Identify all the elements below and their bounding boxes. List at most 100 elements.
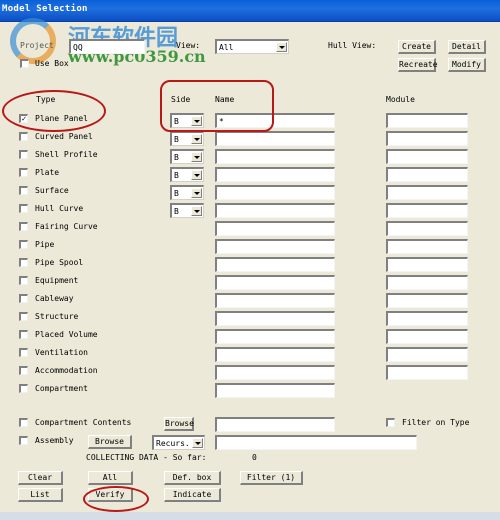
name-field[interactable] (215, 311, 335, 326)
indicate-button[interactable]: Indicate (164, 488, 221, 502)
type-checkbox[interactable] (19, 168, 28, 177)
module-field[interactable] (386, 347, 468, 362)
side-value: B (174, 189, 179, 198)
type-checkbox[interactable] (19, 258, 28, 267)
chevron-down-icon[interactable] (191, 152, 202, 162)
side-select[interactable]: B (170, 113, 204, 128)
module-field[interactable] (386, 185, 468, 200)
type-label: Curved Panel (35, 132, 93, 141)
list-button[interactable]: List (18, 488, 63, 502)
type-checkbox[interactable] (19, 312, 28, 321)
chevron-down-icon[interactable] (191, 206, 202, 216)
name-field[interactable] (215, 131, 335, 146)
name-field[interactable] (215, 329, 335, 344)
name-field[interactable] (215, 257, 335, 272)
def-box-button[interactable]: Def. box (164, 471, 221, 485)
assembly-field[interactable] (215, 435, 417, 450)
type-label: Equipment (35, 276, 79, 285)
side-select[interactable]: B (170, 131, 204, 146)
column-header-name: Name (215, 95, 235, 104)
modify-button[interactable]: Modify (448, 58, 486, 72)
type-checkbox[interactable] (19, 276, 28, 285)
assembly-checkbox[interactable] (19, 436, 28, 445)
name-field[interactable]: * (215, 113, 335, 128)
name-field[interactable] (215, 185, 335, 200)
name-field[interactable] (215, 365, 335, 380)
type-label: Accommodation (35, 366, 98, 375)
module-field[interactable] (386, 149, 468, 164)
recurs-select[interactable]: Recurs. (152, 435, 205, 450)
module-field[interactable] (386, 293, 468, 308)
module-field[interactable] (386, 131, 468, 146)
assembly-browse-button[interactable]: Browse (88, 435, 132, 449)
filter-button[interactable]: Filter (1) (240, 471, 303, 485)
name-field[interactable] (215, 293, 335, 308)
compartment-contents-field[interactable] (215, 417, 335, 432)
module-field[interactable] (386, 167, 468, 182)
use-box-checkbox[interactable] (20, 59, 29, 68)
side-select[interactable]: B (170, 185, 204, 200)
filter-on-type-label: Filter on Type (402, 418, 470, 427)
module-field[interactable] (386, 221, 468, 236)
module-field[interactable] (386, 203, 468, 218)
side-select[interactable]: B (170, 167, 204, 182)
name-field[interactable] (215, 167, 335, 182)
side-value: B (174, 171, 179, 180)
side-select[interactable]: B (170, 203, 204, 218)
hull-view-label: Hull View: (328, 41, 377, 50)
type-checkbox[interactable] (19, 150, 28, 159)
type-label: Shell Profile (35, 150, 98, 159)
name-field[interactable] (215, 221, 335, 236)
window-title: Model Selection (2, 4, 88, 14)
type-checkbox[interactable] (19, 240, 28, 249)
type-label: Pipe (35, 240, 55, 249)
type-checkbox[interactable] (19, 294, 28, 303)
verify-button[interactable]: Verify (88, 488, 133, 502)
project-value: QQ (73, 43, 83, 52)
type-checkbox[interactable] (19, 186, 28, 195)
type-label: Ventilation (35, 348, 88, 357)
module-field[interactable] (386, 311, 468, 326)
name-field[interactable] (215, 149, 335, 164)
type-checkbox[interactable]: ✓ (19, 114, 28, 123)
type-checkbox[interactable] (19, 366, 28, 375)
name-field[interactable] (215, 275, 335, 290)
module-field[interactable] (386, 365, 468, 380)
detail-button[interactable]: Detail (448, 40, 486, 54)
compartment-browse-button[interactable]: Browse (164, 417, 194, 431)
view-select[interactable]: All (215, 39, 289, 54)
bottom-strip (0, 512, 500, 520)
module-field[interactable] (386, 113, 468, 128)
chevron-down-icon[interactable] (191, 134, 202, 144)
create-button[interactable]: Create (398, 40, 436, 54)
module-field[interactable] (386, 329, 468, 344)
collecting-data-label: COLLECTING DATA - So far: (86, 453, 207, 462)
side-select[interactable]: B (170, 149, 204, 164)
type-checkbox[interactable] (19, 222, 28, 231)
all-button[interactable]: All (88, 471, 133, 485)
name-field[interactable] (215, 239, 335, 254)
chevron-down-icon[interactable] (191, 170, 202, 180)
chevron-down-icon[interactable] (192, 438, 203, 448)
module-field[interactable] (386, 257, 468, 272)
type-checkbox[interactable] (19, 132, 28, 141)
type-checkbox[interactable] (19, 330, 28, 339)
clear-button[interactable]: Clear (18, 471, 63, 485)
chevron-down-icon[interactable] (191, 188, 202, 198)
name-field[interactable] (215, 347, 335, 362)
project-field[interactable]: QQ (69, 39, 145, 54)
recreate-button[interactable]: Recreate (398, 58, 438, 72)
chevron-down-icon[interactable] (191, 116, 202, 126)
name-field[interactable] (215, 383, 335, 398)
type-checkbox[interactable] (19, 204, 28, 213)
type-checkbox[interactable] (19, 348, 28, 357)
name-field[interactable] (215, 203, 335, 218)
project-label: Project (20, 41, 54, 50)
compartment-contents-checkbox[interactable] (19, 418, 28, 427)
module-field[interactable] (386, 275, 468, 290)
filter-on-type-checkbox[interactable] (386, 418, 395, 427)
type-checkbox[interactable] (19, 384, 28, 393)
chevron-down-icon[interactable] (276, 42, 287, 52)
module-field[interactable] (386, 239, 468, 254)
side-value: B (174, 117, 179, 126)
